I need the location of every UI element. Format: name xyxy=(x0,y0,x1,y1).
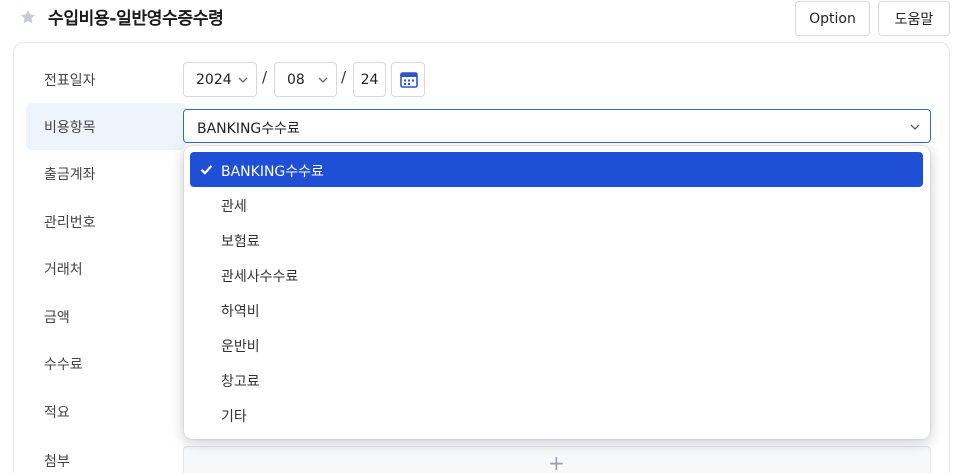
expense-item-select[interactable]: BANKING수수료 xyxy=(183,109,931,143)
month-select[interactable]: 08 xyxy=(274,62,337,97)
dropdown-option-label: 관세사수수료 xyxy=(221,269,299,285)
month-value: 08 xyxy=(287,71,305,88)
chevron-down-icon xyxy=(910,124,920,130)
memo-label: 적요 xyxy=(44,405,70,421)
page-header: 수입비용-일반영수증수령 Option 도움말 xyxy=(0,0,973,40)
dropdown-option[interactable]: 운반비 xyxy=(190,327,923,362)
help-button[interactable]: 도움말 xyxy=(878,1,950,36)
fee-label: 수수료 xyxy=(44,357,83,373)
option-button[interactable]: Option xyxy=(795,1,870,36)
attachment-label: 첨부 xyxy=(44,454,70,470)
dropdown-option-label: 하역비 xyxy=(221,304,260,320)
dropdown-option-label: 관세 xyxy=(221,199,247,215)
dropdown-option-label: 창고료 xyxy=(221,374,260,390)
dropdown-option-label: 운반비 xyxy=(221,339,260,355)
calendar-icon xyxy=(400,72,418,88)
expense-item-dropdown: BANKING수수료 관세 보험료 관세사수수료 하역비 운반비 창고료 기타 xyxy=(184,146,930,439)
dropdown-option[interactable]: 창고료 xyxy=(190,362,923,397)
withdrawal-account-label: 출금계좌 xyxy=(44,167,96,183)
dropdown-option[interactable]: 하역비 xyxy=(190,292,923,327)
star-icon[interactable] xyxy=(19,8,37,26)
chevron-down-icon xyxy=(318,77,328,83)
calendar-button[interactable] xyxy=(391,62,425,97)
amount-label: 금액 xyxy=(44,310,70,326)
dropdown-option-label: BANKING수수료 xyxy=(221,164,324,180)
day-input[interactable]: 24 xyxy=(353,62,386,97)
management-no-label: 관리번호 xyxy=(44,215,96,231)
vendor-label: 거래처 xyxy=(44,262,83,278)
dropdown-option-label: 기타 xyxy=(221,409,247,425)
page-title: 수입비용-일반영수증수령 xyxy=(48,9,224,29)
check-icon xyxy=(200,165,213,175)
year-value: 2024 xyxy=(196,71,232,88)
day-value: 24 xyxy=(360,71,379,88)
expense-item-label: 비용항목 xyxy=(44,120,96,136)
add-attachment-button[interactable]: + xyxy=(548,451,565,473)
date-label: 전표일자 xyxy=(44,73,96,89)
year-select[interactable]: 2024 xyxy=(183,62,257,97)
chevron-down-icon xyxy=(238,77,248,83)
dropdown-option[interactable]: BANKING수수료 xyxy=(190,152,923,187)
date-separator: / xyxy=(341,68,347,86)
date-separator: / xyxy=(262,68,268,86)
dropdown-option[interactable]: 관세사수수료 xyxy=(190,257,923,292)
dropdown-option[interactable]: 기타 xyxy=(190,397,923,432)
expense-item-value: BANKING수수료 xyxy=(197,121,300,137)
dropdown-option-label: 보험료 xyxy=(221,234,260,250)
dropdown-option[interactable]: 관세 xyxy=(190,187,923,222)
dropdown-option[interactable]: 보험료 xyxy=(190,222,923,257)
